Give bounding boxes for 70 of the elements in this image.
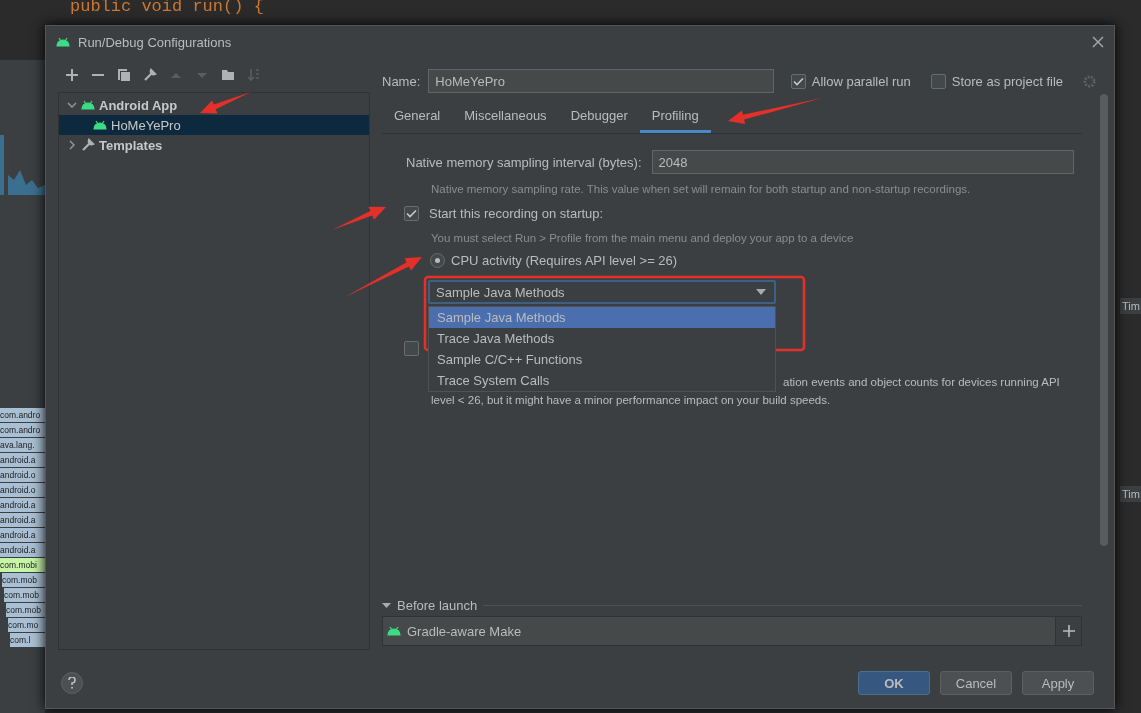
side-label: Tim [1120, 298, 1141, 314]
flame-bar: android.a [0, 513, 45, 528]
flame-bar: com.mob [4, 588, 45, 603]
question-icon [68, 677, 76, 689]
flame-bar: com.mob [6, 603, 45, 618]
method-select[interactable]: Sample Java Methods [428, 280, 776, 304]
menu-item[interactable]: Sample C/C++ Functions [429, 349, 775, 370]
android-icon [387, 626, 401, 636]
flame-bar: android.a [0, 528, 45, 543]
task-item[interactable]: Gradle-aware Make [383, 617, 1055, 645]
flame-bar: android.a [0, 453, 45, 468]
wrench-icon [81, 138, 95, 152]
annotation-arrow [200, 92, 251, 114]
name-label: Name: [382, 73, 421, 89]
hint-text: Native memory sampling rate. This value when set will remain for both startup and non-startup recordings. [431, 183, 972, 195]
option-label: Allow parallel run [811, 73, 911, 89]
help-button[interactable] [61, 672, 83, 694]
field-label: Native memory sampling interval (bytes): [406, 154, 642, 170]
option-label: Store as project file [951, 73, 1063, 89]
tree-item[interactable]: Android App [59, 95, 369, 115]
tab[interactable]: General [382, 100, 453, 133]
checkbox[interactable] [404, 206, 419, 221]
section-title: Before launch [397, 597, 478, 613]
interval-field[interactable]: 2048 [651, 150, 1074, 174]
name-field[interactable]: HoMeYePro [428, 69, 775, 93]
flame-bar: com.andro [0, 423, 45, 438]
tab[interactable]: Profiling [639, 100, 711, 133]
menu-item[interactable]: Trace Java Methods [429, 328, 775, 349]
check-icon [792, 76, 804, 86]
checkbox[interactable] [930, 73, 946, 89]
tree-item[interactable]: HoMeYePro [59, 115, 369, 135]
hint-text: You must select Run > Profile from the main menu and deploy your app to a device [431, 232, 855, 244]
android-icon [56, 37, 70, 47]
flame-bar: com.l [10, 633, 45, 648]
caret-icon [756, 289, 766, 295]
tab[interactable]: Miscellaneous [452, 100, 559, 133]
flame-bar: android.o [0, 483, 45, 498]
window-title: Run/Debug Configurations [78, 34, 233, 50]
flame-bar: com.mob [2, 573, 45, 588]
chevron-down-icon[interactable] [67, 100, 77, 110]
flame-bar: android.o [0, 468, 45, 483]
flame-bar: android.a [0, 498, 45, 513]
scrollbar[interactable] [1100, 94, 1108, 546]
flame-bar: android.a [0, 543, 45, 558]
checkbox-label: Start this recording on startup: [429, 206, 604, 221]
menu-item[interactable]: Trace System Calls [429, 370, 775, 391]
flame-bar: com.andro [0, 408, 45, 423]
dialog-button[interactable]: OK [858, 671, 930, 695]
flame-bar: com.mo [8, 618, 45, 633]
flame-bar: com.mobi [0, 558, 45, 573]
annotation-arrow [332, 206, 386, 230]
add-icon [1062, 625, 1075, 637]
radio-button[interactable] [430, 253, 445, 268]
android-icon [81, 100, 95, 110]
dialog-button[interactable]: Apply [1022, 671, 1094, 695]
description-text: level < 26, but it might have a minor performance impact on your build speeds. [431, 394, 832, 406]
side-label: Tim [1120, 486, 1141, 502]
triangle-down-icon[interactable] [382, 600, 391, 610]
description-text: ation events and object counts for devices running API [783, 376, 1060, 388]
android-icon [93, 120, 107, 130]
radio-label: CPU activity (Requires API level >= 26) [451, 253, 678, 268]
close-icon[interactable] [1092, 36, 1104, 48]
checkbox[interactable] [404, 341, 419, 356]
dialog-button[interactable]: Cancel [940, 671, 1012, 695]
checkbox[interactable] [790, 73, 806, 89]
tree-item[interactable]: Templates [59, 135, 369, 155]
flame-bar: ava.lang. [0, 438, 45, 453]
chevron-right-icon[interactable] [67, 140, 77, 150]
check-icon [406, 209, 417, 218]
tab[interactable]: Debugger [558, 100, 640, 133]
